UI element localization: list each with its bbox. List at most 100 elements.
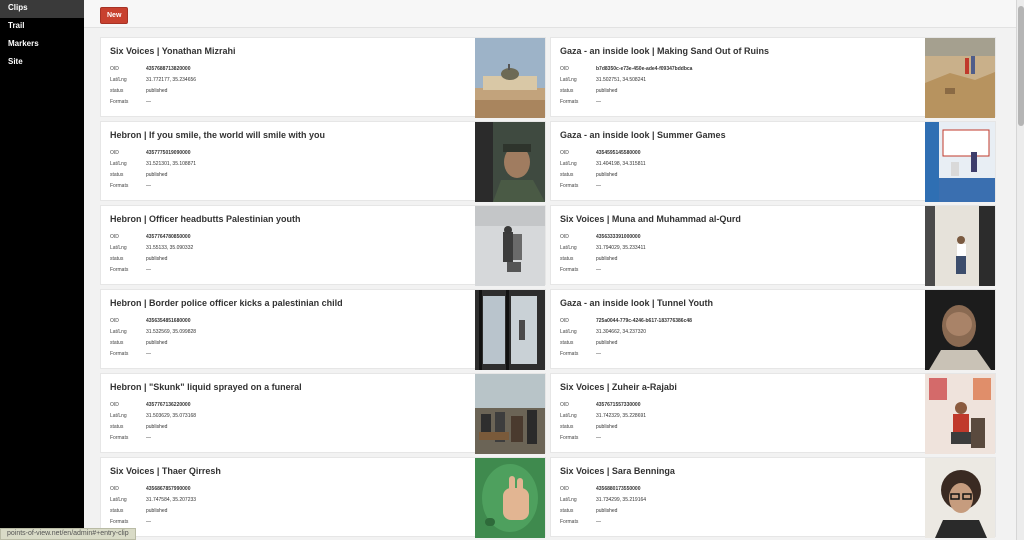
meta-value-latlng: 31.532569, 35.099828 [146,329,197,335]
meta-label-status: status [110,340,124,346]
meta-label-status: status [560,88,574,94]
meta-value-oid: 4357775019090000 [146,150,191,156]
meta-label-status: status [110,256,124,262]
clip-title[interactable]: Hebron | Officer headbutts Palestinian y… [110,214,465,224]
clip-thumbnail[interactable] [925,458,995,538]
clip-title[interactable]: Six Voices | Sara Benninga [560,466,915,476]
clip-title[interactable]: Hebron | Border police officer kicks a p… [110,298,465,308]
clip-card[interactable]: Six Voices | Sara Benninga OID 43568801735… [550,457,996,538]
clip-title[interactable]: Gaza - an inside look | Summer Games [560,130,915,140]
clip-title[interactable]: Hebron | "Skunk" liquid sprayed on a fun… [110,382,465,392]
meta-label-oid: OID [110,66,119,72]
meta-value-status: published [146,172,168,178]
clip-card[interactable]: Hebron | If you smile, the world will sm… [100,121,546,202]
meta-value-formats: — [146,519,151,525]
new-clip-button[interactable]: New [100,7,129,24]
meta-value-formats: — [146,351,151,357]
vertical-scrollbar[interactable] [1016,0,1024,540]
clip-thumbnail[interactable] [475,206,545,286]
clip-thumbnail[interactable] [925,290,995,370]
meta-value-formats: — [596,183,601,189]
meta-label-latlng: Lat/Lng [560,329,577,335]
clip-thumbnail[interactable] [475,122,545,202]
clip-title[interactable]: Gaza - an inside look | Tunnel Youth [560,298,915,308]
clip-thumbnail[interactable] [925,122,995,202]
scrollbar-thumb[interactable] [1018,6,1024,126]
meta-label-formats: Formats [560,435,579,441]
clip-card[interactable]: Hebron | Officer headbutts Palestinian y… [100,205,546,286]
meta-value-status: published [596,424,618,430]
meta-value-latlng: 31.55133, 35.090332 [146,245,194,251]
meta-label-latlng: Lat/Lng [560,413,577,419]
clip-title[interactable]: Six Voices | Yonathan Mizrahi [110,46,465,56]
clip-thumbnail[interactable] [925,374,995,454]
clip-thumbnail[interactable] [925,38,995,118]
meta-value-latlng: 31.502751, 34.508241 [596,77,647,83]
meta-value-formats: — [596,519,601,525]
meta-value-status: published [596,88,618,94]
meta-label-formats: Formats [110,519,129,525]
meta-value-oid: 4357671557330000 [596,402,641,408]
clip-thumbnail[interactable] [925,206,995,286]
meta-label-formats: Formats [110,267,129,273]
meta-value-latlng: 31.772177, 35.234656 [146,77,197,83]
meta-label-formats: Formats [110,351,129,357]
meta-value-oid: b7d8350c-e73e-450e-ade4-f09347bddbca [596,66,693,72]
clip-thumbnail[interactable] [475,38,545,118]
app-window: Clips Trail Markers Site New Six Voices … [0,0,1024,540]
meta-value-latlng: 31.747584, 35.207233 [146,497,197,503]
meta-label-status: status [560,256,574,262]
meta-label-oid: OID [560,66,569,72]
clip-thumbnail[interactable] [475,290,545,370]
meta-value-status: published [596,172,618,178]
clip-title[interactable]: Gaza - an inside look | Making Sand Out … [560,46,915,56]
meta-value-oid: 4356354851680000 [146,318,191,324]
clip-title[interactable]: Six Voices | Thaer Qirresh [110,466,465,476]
meta-value-latlng: 31.521301, 35.108871 [146,161,197,167]
meta-value-formats: — [596,267,601,273]
sidebar-item-site[interactable]: Site [0,54,84,72]
meta-value-status: published [596,508,618,514]
meta-value-formats: — [146,99,151,105]
clip-title[interactable]: Six Voices | Zuheir a-Rajabi [560,382,915,392]
meta-value-oid: 4354595145580000 [596,150,641,156]
meta-label-oid: OID [110,318,119,324]
meta-value-formats: — [596,351,601,357]
clip-title[interactable]: Six Voices | Muna and Muhammad al-Qurd [560,214,915,224]
meta-value-oid: 4356867857990000 [146,486,191,492]
clip-card[interactable]: Gaza - an inside look | Tunnel Youth OID 7… [550,289,996,370]
meta-value-formats: — [146,267,151,273]
meta-label-oid: OID [560,234,569,240]
meta-label-latlng: Lat/Lng [110,329,127,335]
meta-label-status: status [110,508,124,514]
meta-label-latlng: Lat/Lng [110,413,127,419]
sidebar-item-clips[interactable]: Clips [0,0,84,18]
sidebar-item-markers[interactable]: Markers [0,36,84,54]
meta-label-oid: OID [110,234,119,240]
clip-card[interactable]: Gaza - an inside look | Summer Games OID 4… [550,121,996,202]
meta-label-oid: OID [110,486,119,492]
meta-value-latlng: 31.404198, 34.315811 [596,161,646,167]
clip-title[interactable]: Hebron | If you smile, the world will sm… [110,130,465,140]
meta-label-latlng: Lat/Lng [110,77,127,83]
clip-thumbnail[interactable] [475,374,545,454]
meta-value-status: published [146,424,168,430]
clip-card[interactable]: Six Voices | Muna and Muhammad al-Qurd OI… [550,205,996,286]
meta-label-latlng: Lat/Lng [110,161,127,167]
clip-card[interactable]: Hebron | "Skunk" liquid sprayed on a fun… [100,373,546,454]
clip-card[interactable]: Gaza - an inside look | Making Sand Out … [550,37,996,118]
meta-label-formats: Formats [560,183,579,189]
clip-card[interactable]: Six Voices | Zuheir a-Rajabi OID 435767155… [550,373,996,454]
meta-value-latlng: 31.742329, 35.228691 [596,413,647,419]
sidebar-item-trail[interactable]: Trail [0,18,84,36]
clip-card[interactable]: Six Voices | Thaer Qirresh OID 43568678579… [100,457,546,538]
clip-card[interactable]: Six Voices | Yonathan Mizrahi OID 43576887… [100,37,546,118]
meta-value-formats: — [146,183,151,189]
clip-card[interactable]: Hebron | Border police officer kicks a p… [100,289,546,370]
clip-thumbnail[interactable] [475,458,545,538]
meta-label-status: status [110,88,124,94]
meta-label-latlng: Lat/Lng [560,245,577,251]
meta-value-oid: 4357764780850000 [146,234,191,240]
meta-value-status: published [146,256,168,262]
meta-label-latlng: Lat/Lng [110,245,127,251]
